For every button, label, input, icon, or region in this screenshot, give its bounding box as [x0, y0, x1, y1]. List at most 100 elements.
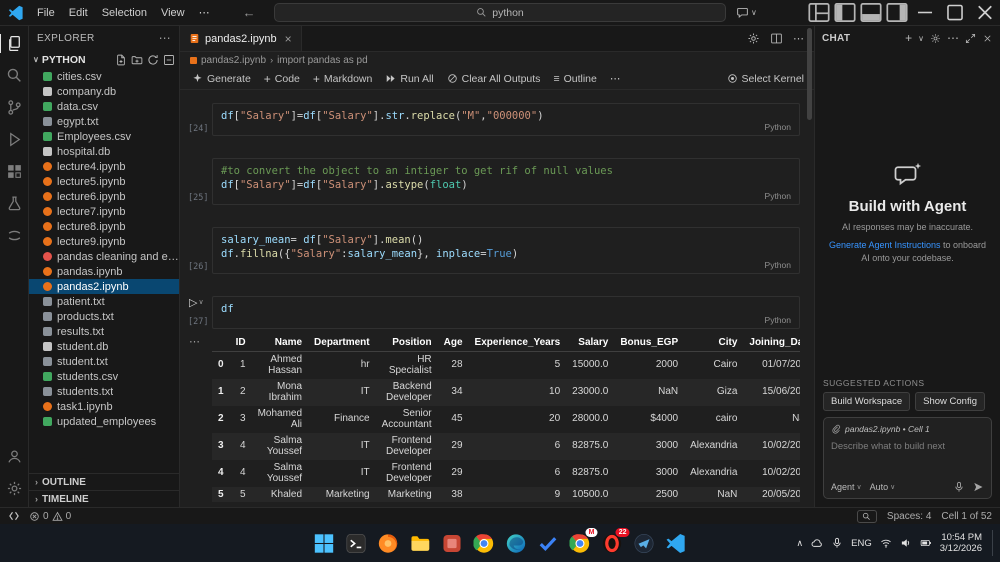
folder-section-python[interactable]: ∨ PYTHON — [29, 50, 179, 69]
new-chat-icon[interactable]: + — [905, 31, 912, 45]
show-desktop-button[interactable] — [992, 530, 995, 556]
attach-icon[interactable] — [831, 424, 841, 434]
toggle-sidebar-icon[interactable] — [832, 0, 858, 25]
minimize-button[interactable] — [910, 0, 940, 25]
activitybar-jupyter-icon[interactable] — [1, 223, 27, 248]
activitybar-run-debug-icon[interactable] — [1, 127, 27, 152]
menu-view[interactable]: View — [154, 7, 192, 19]
layout-customize-icon[interactable] — [806, 0, 832, 25]
file-item[interactable]: lecture5.ipynb — [29, 174, 179, 189]
generate-button[interactable]: Generate — [186, 71, 257, 87]
split-editor-icon[interactable] — [770, 32, 783, 45]
file-item[interactable]: lecture8.ipynb — [29, 219, 179, 234]
hidden-icons-chevron[interactable]: ∧ — [797, 538, 804, 549]
taskbar-edge[interactable] — [504, 531, 529, 556]
taskbar-todo-app[interactable] — [536, 531, 561, 556]
file-item[interactable]: products.txt — [29, 309, 179, 324]
file-item[interactable]: cities.csv — [29, 69, 179, 84]
taskbar-terminal-app[interactable] — [344, 531, 369, 556]
remote-indicator[interactable] — [8, 510, 20, 522]
build-workspace-button[interactable]: Build Workspace — [823, 392, 910, 411]
mic-icon[interactable] — [953, 481, 965, 493]
menu-file[interactable]: File — [30, 7, 62, 19]
maximize-button[interactable] — [940, 0, 970, 25]
indentation-status[interactable]: Spaces: 4 — [887, 511, 931, 522]
file-item[interactable]: pandas.ipynb — [29, 264, 179, 279]
volume-icon[interactable] — [900, 537, 912, 549]
chat-context-chip[interactable]: pandas2.ipynb • Cell 1 — [845, 424, 930, 434]
menu-edit[interactable]: Edit — [62, 7, 95, 19]
outline-section[interactable]: › OUTLINE — [29, 473, 179, 490]
code-cell[interactable]: salary_mean= df["Salary"].mean()df.filln… — [212, 227, 800, 274]
chat-input[interactable]: pandas2.ipynb • Cell 1 Describe what to … — [823, 417, 992, 499]
file-item[interactable]: lecture4.ipynb — [29, 159, 179, 174]
taskbar-chrome-mail[interactable]: M — [568, 531, 593, 556]
mic-tray-icon[interactable] — [831, 537, 843, 549]
chat-more-icon[interactable]: ⋯ — [947, 31, 959, 45]
new-file-icon[interactable] — [115, 54, 127, 66]
file-item[interactable]: task1.ipynb — [29, 399, 179, 414]
file-item[interactable]: pandas2.ipynb — [29, 279, 179, 294]
chevron-down-icon[interactable]: ∨ — [918, 34, 924, 43]
close-chat-icon[interactable] — [982, 33, 993, 44]
file-item[interactable]: updated_employees — [29, 414, 179, 429]
activitybar-settings-icon[interactable] — [1, 476, 27, 501]
status-search-button[interactable] — [857, 510, 877, 523]
select-kernel-button[interactable]: Select Kernel — [721, 71, 808, 87]
command-search[interactable]: python — [274, 3, 726, 22]
file-item[interactable]: hospital.db — [29, 144, 179, 159]
scrollbar[interactable] — [807, 26, 812, 507]
toggle-panel-icon[interactable] — [858, 0, 884, 25]
code-cell[interactable]: df["Salary"]=df["Salary"].str.replace("M… — [212, 103, 800, 136]
problems-indicator[interactable]: 0 0 — [29, 511, 71, 522]
run-all-button[interactable]: Run All — [379, 71, 439, 87]
menu-more[interactable]: ⋯ — [192, 6, 217, 19]
outline-button[interactable]: ≡ Outline — [547, 71, 602, 87]
breadcrumb-cell[interactable]: import pandas as pd — [277, 55, 368, 66]
activitybar-source-control-icon[interactable] — [1, 95, 27, 120]
back-button[interactable]: ← — [243, 5, 256, 20]
tab-pandas2[interactable]: pandas2.ipynb × — [180, 26, 302, 51]
file-item[interactable]: pandas cleaning and exploratio... — [29, 249, 179, 264]
send-icon[interactable] — [972, 481, 984, 493]
language-indicator[interactable]: ENG — [851, 538, 872, 549]
taskbar-red-app[interactable] — [440, 531, 465, 556]
show-config-button[interactable]: Show Config — [915, 392, 985, 411]
scrollbar-thumb[interactable] — [807, 28, 812, 120]
taskbar-file-explorer[interactable] — [408, 531, 433, 556]
breadcrumb-file[interactable]: pandas2.ipynb — [201, 55, 266, 66]
breadcrumb[interactable]: pandas2.ipynb › import pandas as pd — [180, 52, 814, 68]
clock[interactable]: 10:54 PM 3/12/2026 — [940, 532, 982, 554]
file-item[interactable]: students.csv — [29, 369, 179, 384]
gear-icon[interactable] — [747, 32, 760, 45]
add-code-button[interactable]: + Code — [258, 71, 306, 87]
code-cell[interactable]: dfPython — [212, 296, 800, 329]
collapse-folders-icon[interactable] — [163, 54, 175, 66]
model-select[interactable]: Auto∨ — [870, 482, 896, 492]
file-item[interactable]: results.txt — [29, 324, 179, 339]
mode-select[interactable]: Agent∨ — [831, 482, 862, 492]
activitybar-search-icon[interactable] — [1, 63, 27, 88]
menu-selection[interactable]: Selection — [95, 7, 154, 19]
toggle-secondary-sidebar-icon[interactable] — [884, 0, 910, 25]
taskbar-start-button[interactable] — [312, 531, 337, 556]
cell-status[interactable]: Cell 1 of 52 — [941, 511, 992, 522]
weather-cloud-icon[interactable] — [811, 537, 823, 549]
file-item[interactable]: egypt.txt — [29, 114, 179, 129]
activitybar-account-icon[interactable] — [1, 444, 27, 469]
sidebar-more-icon[interactable]: ⋯ — [159, 31, 171, 45]
file-item[interactable]: lecture9.ipynb — [29, 234, 179, 249]
file-item[interactable]: company.db — [29, 84, 179, 99]
run-cell-button[interactable]: ▷∨ — [189, 296, 204, 309]
new-folder-icon[interactable] — [131, 54, 143, 66]
close-tab-icon[interactable]: × — [285, 32, 292, 46]
generate-instructions-link[interactable]: Generate Agent Instructions — [829, 240, 941, 250]
taskbar-firefox[interactable] — [376, 531, 401, 556]
timeline-section[interactable]: › TIMELINE — [29, 490, 179, 507]
taskbar-chrome[interactable] — [472, 531, 497, 556]
file-item[interactable]: patient.txt — [29, 294, 179, 309]
taskbar-messaging-app[interactable] — [632, 531, 657, 556]
file-item[interactable]: Employees.csv — [29, 129, 179, 144]
gear-icon[interactable] — [930, 33, 941, 44]
file-item[interactable]: student.txt — [29, 354, 179, 369]
